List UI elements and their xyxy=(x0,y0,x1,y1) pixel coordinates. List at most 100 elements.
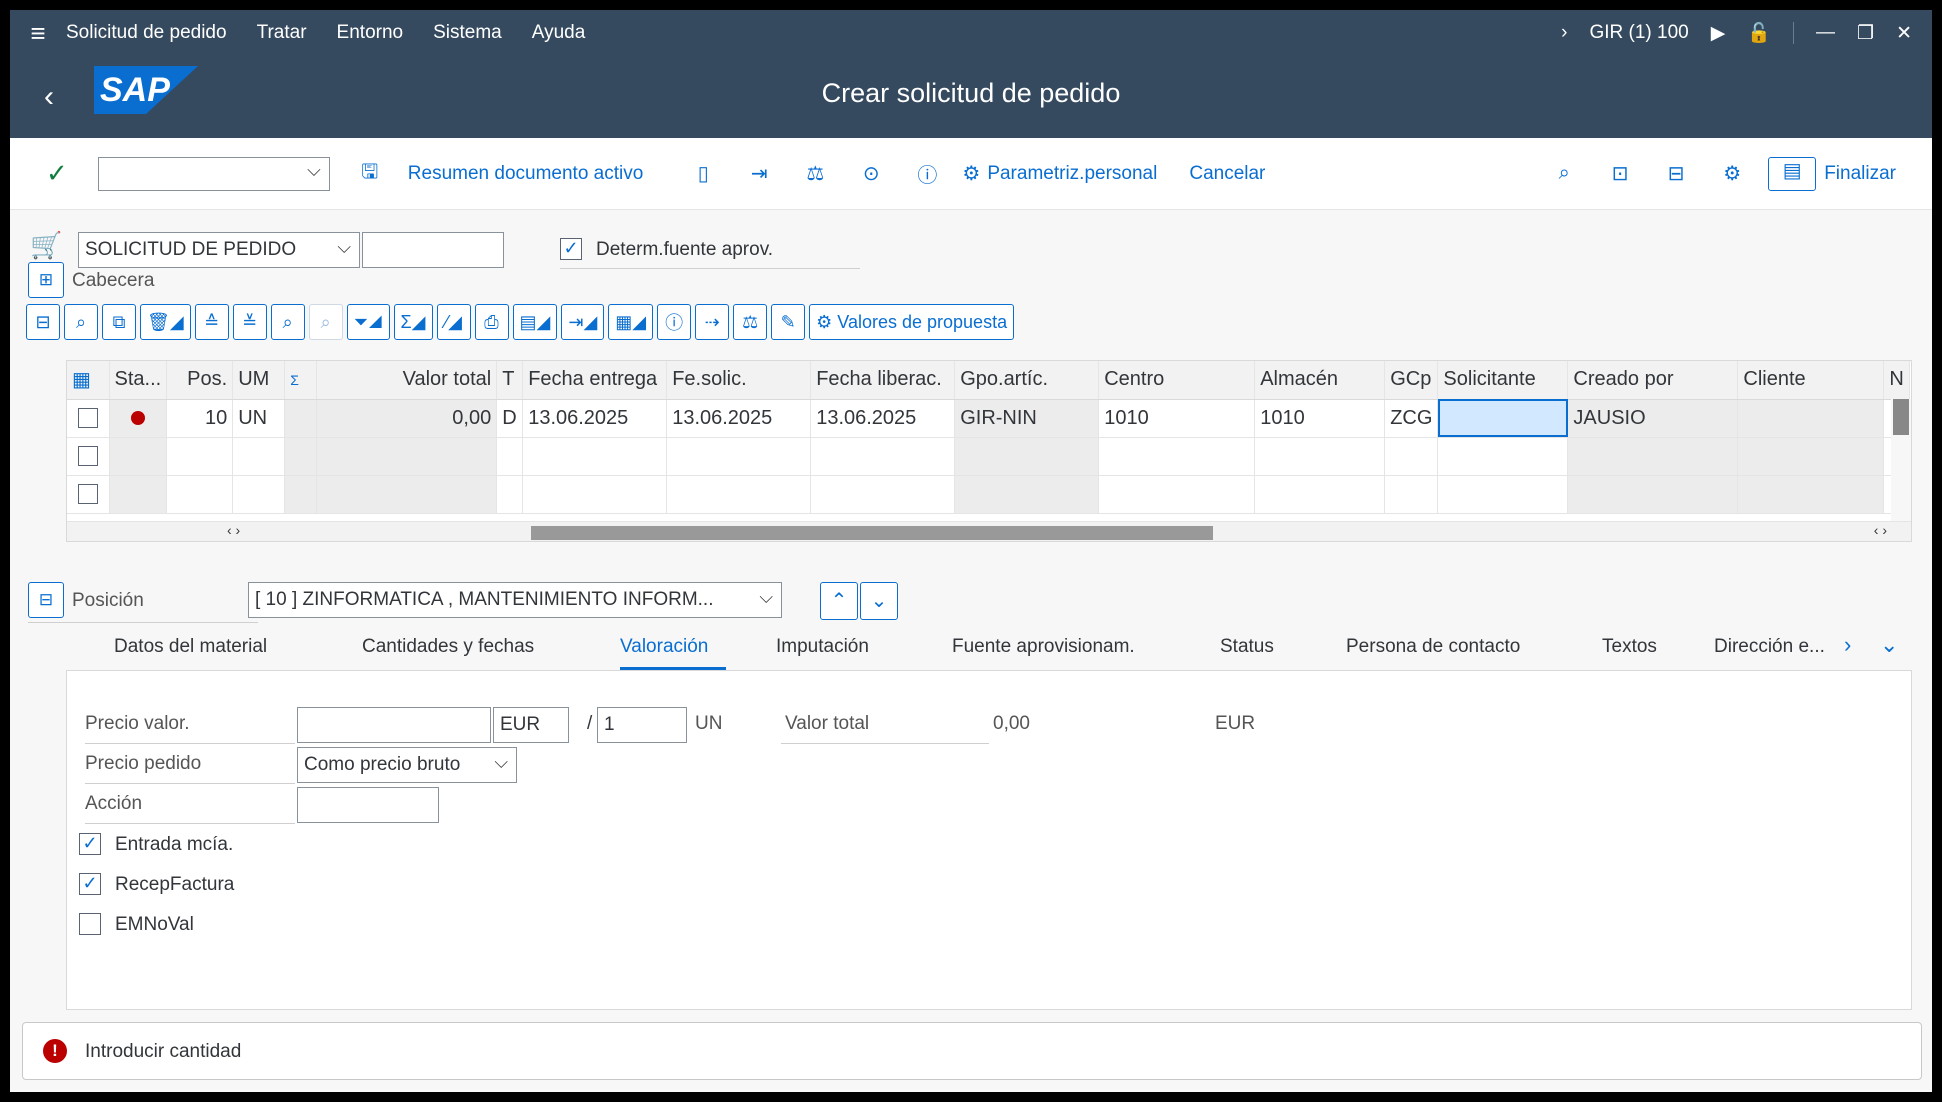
tab-texts[interactable]: Textos xyxy=(1602,628,1714,670)
document-icon[interactable]: ▯ xyxy=(675,161,731,186)
info-icon[interactable]: ⓘ xyxy=(899,159,955,188)
system-info[interactable]: GIR (1) 100 xyxy=(1589,22,1688,44)
position-select[interactable]: [ 10 ] ZINFORMATICA , MANTENIMIENTO INFO… xyxy=(248,582,782,618)
vertical-scrollbar[interactable] xyxy=(1891,399,1911,523)
tab-account-assignment[interactable]: Imputación xyxy=(776,628,952,670)
col-material-group[interactable]: Gpo.artíc. xyxy=(954,361,1100,400)
find-icon[interactable]: ⌕ xyxy=(270,304,305,340)
col-storage[interactable]: Almacén xyxy=(1254,361,1386,400)
row-checkbox[interactable] xyxy=(77,446,98,467)
align-bottom-icon[interactable]: ≚ xyxy=(232,304,267,340)
status-message[interactable]: Introducir cantidad xyxy=(85,1041,241,1063)
document-export-icon[interactable]: ⇢ xyxy=(695,304,730,340)
sigma-icon[interactable]: Σ xyxy=(284,361,318,400)
col-t[interactable]: T xyxy=(496,361,524,400)
play-icon[interactable]: ▶ xyxy=(1711,22,1726,45)
collapse-position-icon[interactable]: ⊟ xyxy=(28,582,64,618)
more-icon[interactable]: ▤ xyxy=(1768,156,1817,191)
tab-material-data[interactable]: Datos del material xyxy=(114,628,362,670)
cell-request-date[interactable]: 13.06.2025 xyxy=(666,399,812,438)
scroll-left-icon[interactable]: ‹ › xyxy=(227,522,240,538)
col-release-date[interactable]: Fecha liberac. xyxy=(810,361,956,400)
cell-plant[interactable]: 1010 xyxy=(1098,399,1256,438)
personal-settings-icon[interactable]: ⚙ xyxy=(955,161,987,186)
cell-release-date[interactable]: 13.06.2025 xyxy=(810,399,956,438)
cell-pos[interactable]: 10 xyxy=(166,399,234,438)
restore-icon[interactable]: ❐ xyxy=(1857,22,1874,45)
delete-icon[interactable]: 🗑◢ xyxy=(140,304,191,340)
cancel-button[interactable]: Cancelar xyxy=(1189,163,1265,185)
export-icon[interactable]: ⇥ xyxy=(731,161,787,186)
menu-solicitud[interactable]: Solicitud de pedido xyxy=(66,22,227,44)
scroll-thumb[interactable] xyxy=(1893,399,1909,435)
sum-icon[interactable]: Σ◢ xyxy=(393,304,433,340)
lock-icon[interactable]: 🔓 xyxy=(1747,21,1771,45)
tab-quantities[interactable]: Cantidades y fechas xyxy=(362,628,620,670)
col-created-by[interactable]: Creado por xyxy=(1567,361,1739,400)
chevron-down-icon[interactable]: ⌄ xyxy=(1880,628,1910,670)
cell-t[interactable]: D xyxy=(496,399,524,438)
subtotal-icon[interactable]: ⁄◢ xyxy=(436,304,471,340)
non-valuated-checkbox[interactable] xyxy=(79,913,101,935)
copy-icon[interactable]: ⧉ xyxy=(102,304,136,340)
col-customer[interactable]: Cliente xyxy=(1737,361,1885,400)
chevron-right-icon[interactable]: › xyxy=(1561,22,1567,44)
menu-icon[interactable]: ≡ xyxy=(10,18,66,49)
command-field[interactable] xyxy=(97,156,330,191)
tab-valuation[interactable]: Valoración xyxy=(620,628,726,670)
find-next-icon[interactable]: ⌕ xyxy=(308,304,343,340)
col-total-value[interactable]: Valor total xyxy=(316,361,498,400)
col-requester[interactable]: Solicitante xyxy=(1437,361,1569,400)
menu-entorno[interactable]: Entorno xyxy=(337,22,404,44)
cell-material-group[interactable]: GIR-NIN xyxy=(954,399,1100,438)
finish-button[interactable]: Finalizar xyxy=(1824,163,1896,185)
cell-customer[interactable] xyxy=(1737,399,1885,438)
cell-delivery-date[interactable]: 13.06.2025 xyxy=(522,399,668,438)
save-icon[interactable]: 🖫 xyxy=(352,157,388,191)
price-unit-input[interactable]: 1 xyxy=(597,707,687,743)
detail-icon[interactable]: ⌕ xyxy=(64,304,98,340)
price-input[interactable] xyxy=(297,707,491,743)
col-status[interactable]: Sta... xyxy=(109,361,168,400)
col-request-date[interactable]: Fe.solic. xyxy=(666,361,812,400)
layout-icon[interactable]: ⊟ xyxy=(1648,161,1704,186)
balance-icon[interactable]: ⚖ xyxy=(787,161,843,186)
scroll-thumb[interactable] xyxy=(531,526,1213,540)
personal-settings-button[interactable]: Parametriz.personal xyxy=(987,163,1157,185)
action-input[interactable] xyxy=(297,787,439,823)
cell-requester[interactable] xyxy=(1437,399,1569,438)
source-checkbox[interactable]: ✓ xyxy=(560,238,582,260)
menu-sistema[interactable]: Sistema xyxy=(433,22,502,44)
col-plant[interactable]: Centro xyxy=(1098,361,1256,400)
minimize-icon[interactable]: — xyxy=(1816,22,1835,44)
tab-address[interactable]: Dirección e... xyxy=(1714,628,1844,670)
cell-storage[interactable]: 1010 xyxy=(1254,399,1386,438)
col-gcp[interactable]: GCp xyxy=(1384,361,1439,400)
select-all-icon[interactable]: ▦ xyxy=(67,361,110,400)
doc-number-input[interactable] xyxy=(362,232,504,268)
col-delivery-date[interactable]: Fecha entrega xyxy=(522,361,668,400)
horizontal-scrollbar[interactable]: ‹ › ‹ › xyxy=(67,521,1911,541)
align-top-icon[interactable]: ≙ xyxy=(194,304,229,340)
summary-button[interactable]: Resumen documento activo xyxy=(408,163,644,185)
new-window-icon[interactable]: ⊡ xyxy=(1592,161,1648,186)
print-icon[interactable]: ⎙ xyxy=(474,304,509,340)
balance-icon[interactable]: ⚖ xyxy=(733,304,768,340)
col-more[interactable]: N xyxy=(1883,361,1910,400)
doc-type-select[interactable]: SOLICITUD DE PEDIDO xyxy=(78,232,360,268)
filter-icon[interactable]: ⏷◢ xyxy=(346,304,390,340)
check-icon[interactable]: ✓ xyxy=(46,158,68,189)
invoice-receipt-checkbox[interactable]: ✓ xyxy=(79,873,101,895)
proposal-button[interactable]: ⚙ Valores de propuesta xyxy=(809,304,1015,340)
menu-tratar[interactable]: Tratar xyxy=(257,22,307,44)
gear-icon[interactable]: ⚙ xyxy=(1704,161,1760,186)
expand-header-icon[interactable]: ⊞ xyxy=(28,262,64,298)
export-icon[interactable]: ⇥◢ xyxy=(561,304,605,340)
menu-ayuda[interactable]: Ayuda xyxy=(532,22,586,44)
cell-created-by[interactable]: JAUSIO xyxy=(1567,399,1739,438)
tab-contact[interactable]: Persona de contacto xyxy=(1346,628,1602,670)
prev-item-icon[interactable]: ⌃ xyxy=(820,582,858,620)
preview-icon[interactable]: ▤◢ xyxy=(512,304,558,340)
search-icon[interactable]: ⌕ xyxy=(1536,162,1592,185)
layout-icon[interactable]: ▦◢ xyxy=(608,304,654,340)
